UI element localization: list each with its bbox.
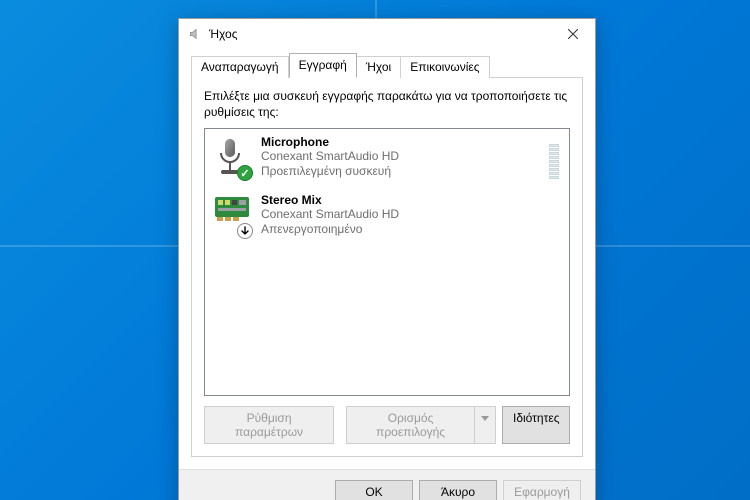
apply-button[interactable]: Εφαρμογή (503, 480, 581, 500)
window-title: Ήχος (209, 27, 550, 41)
tab-communications[interactable]: Επικοινωνίες (401, 56, 489, 78)
sound-dialog: Ήχος Αναπαραγωγή Εγγραφή Ήχοι Επικοινωνί… (178, 18, 596, 500)
set-default-label: Ορισμός προεπιλογής (347, 407, 474, 443)
instruction-text: Επιλέξτε μια συσκευή εγγραφής παρακάτω γ… (204, 88, 570, 120)
device-driver: Conexant SmartAudio HD (261, 207, 559, 222)
tab-sounds[interactable]: Ήχοι (357, 56, 401, 78)
device-text: Stereo Mix Conexant SmartAudio HD Απενερ… (261, 193, 559, 237)
device-text: Microphone Conexant SmartAudio HD Προεπι… (261, 135, 539, 179)
tab-panel-recording: Επιλέξτε μια συσκευή εγγραφής παρακάτω γ… (191, 77, 583, 457)
dialog-content: Αναπαραγωγή Εγγραφή Ήχοι Επικοινωνίες Επ… (179, 49, 595, 469)
device-name: Microphone (261, 135, 539, 149)
recording-device-list[interactable]: ✓ Microphone Conexant SmartAudio HD Προε… (204, 128, 570, 396)
device-status: Προεπιλεγμένη συσκευή (261, 164, 539, 179)
ok-button[interactable]: OK (335, 480, 413, 500)
device-name: Stereo Mix (261, 193, 559, 207)
device-driver: Conexant SmartAudio HD (261, 149, 539, 164)
cancel-button[interactable]: Άκυρο (419, 480, 497, 500)
speaker-icon (187, 26, 203, 42)
device-button-row: Ρύθμιση παραμέτρων Ορισμός προεπιλογής Ι… (204, 406, 570, 444)
device-status: Απενεργοποιημένο (261, 222, 559, 237)
close-button[interactable] (550, 19, 595, 49)
microphone-icon: ✓ (213, 135, 251, 179)
chevron-down-icon[interactable] (474, 407, 495, 443)
configure-button[interactable]: Ρύθμιση παραμέτρων (204, 406, 334, 444)
tab-recording[interactable]: Εγγραφή (289, 53, 357, 78)
level-meter (549, 137, 559, 179)
set-default-button[interactable]: Ορισμός προεπιλογής (346, 406, 496, 444)
device-item-stereomix[interactable]: Stereo Mix Conexant SmartAudio HD Απενερ… (205, 187, 569, 245)
tab-playback[interactable]: Αναπαραγωγή (191, 56, 289, 78)
device-item-microphone[interactable]: ✓ Microphone Conexant SmartAudio HD Προε… (205, 129, 569, 187)
titlebar: Ήχος (179, 19, 595, 49)
dialog-footer: OK Άκυρο Εφαρμογή (179, 469, 595, 500)
soundcard-icon (213, 193, 251, 237)
desktop-background: Ήχος Αναπαραγωγή Εγγραφή Ήχοι Επικοινωνί… (0, 0, 750, 500)
properties-button[interactable]: Ιδιότητες (502, 406, 570, 444)
tab-strip: Αναπαραγωγή Εγγραφή Ήχοι Επικοινωνίες (191, 55, 583, 78)
arrow-down-icon (237, 223, 253, 239)
